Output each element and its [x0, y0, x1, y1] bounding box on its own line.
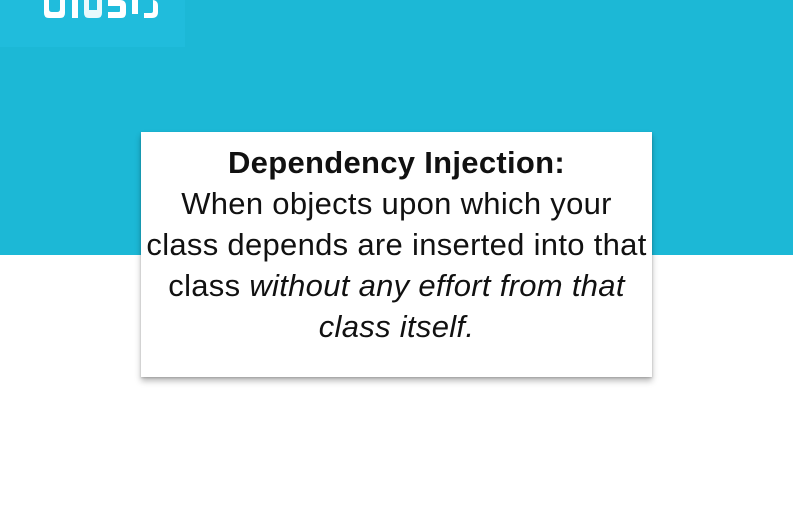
card-body: When objects upon which your class depen…	[141, 183, 652, 347]
definition-card: Dependency Injection: When objects upon …	[141, 132, 652, 377]
brand-logo-icon	[44, 0, 158, 18]
card-body-emphasis: without any effort from that class itsel…	[249, 268, 625, 344]
card-title: Dependency Injection:	[227, 145, 566, 180]
logo-tile	[0, 0, 185, 47]
